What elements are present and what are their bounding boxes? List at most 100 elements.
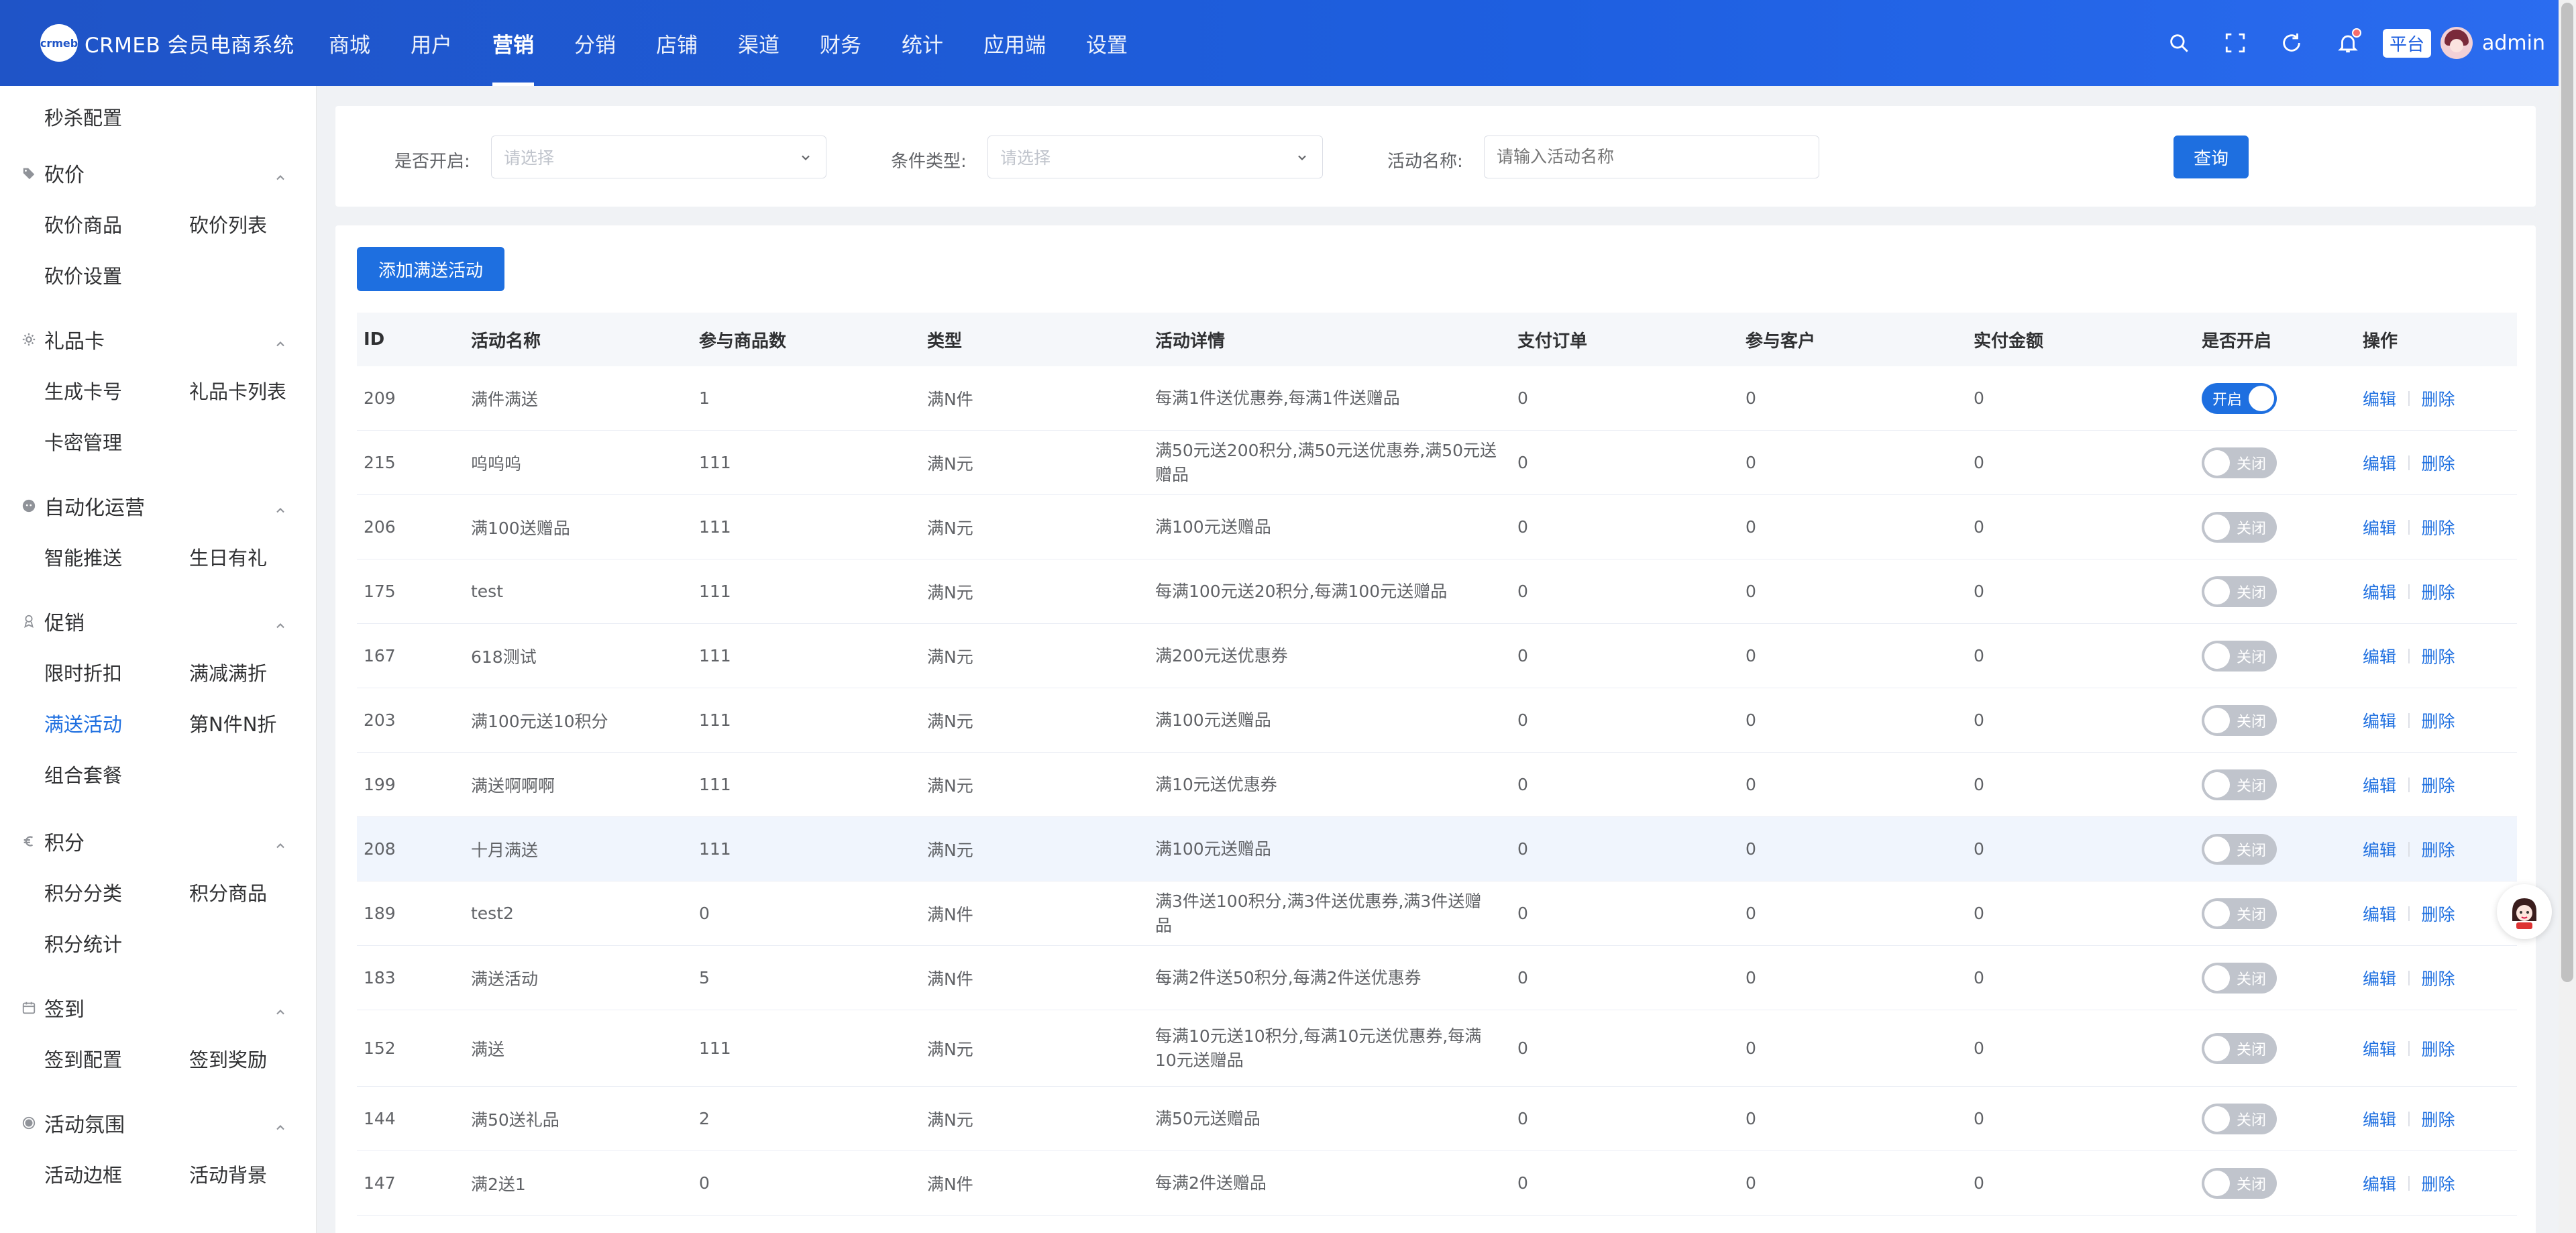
delete-link[interactable]: 删除	[2422, 837, 2455, 861]
topnav-item-1[interactable]: 用户	[398, 0, 464, 86]
brand[interactable]: crmeb CRMEB 会员电商系统	[0, 24, 317, 62]
enabled-toggle[interactable]: 关闭	[2202, 1103, 2277, 1134]
delete-link[interactable]: 删除	[2422, 773, 2455, 797]
scrollbar-thumb[interactable]	[2561, 3, 2573, 982]
topnav-item-0[interactable]: 商城	[317, 0, 382, 86]
sidebar-item-3-1[interactable]: 满减满折	[189, 652, 267, 692]
topnav-item-7[interactable]: 统计	[890, 0, 955, 86]
topnav-item-9[interactable]: 设置	[1074, 0, 1140, 86]
topnav-item-5[interactable]: 渠道	[726, 0, 792, 86]
sidebar-item-seckill-config[interactable]: 秒杀配置	[44, 97, 122, 137]
sidebar-item-4-0[interactable]: 积分分类	[44, 872, 122, 912]
edit-link[interactable]: 编辑	[2363, 773, 2396, 797]
platform-badge[interactable]: 平台	[2382, 28, 2431, 58]
topnav-item-8[interactable]: 应用端	[971, 0, 1058, 86]
sidebar-item-0-0[interactable]: 砍价商品	[44, 204, 122, 244]
delete-link[interactable]: 删除	[2422, 1107, 2455, 1131]
sidebar-item-5-0[interactable]: 签到配置	[44, 1038, 122, 1079]
activity-name-input[interactable]	[1484, 136, 1819, 178]
delete-link[interactable]: 删除	[2422, 451, 2455, 475]
cell-amount: 0	[1974, 517, 1984, 537]
condition-select[interactable]: 请选择	[987, 136, 1323, 178]
sidebar-item-0-2[interactable]: 砍价设置	[44, 255, 122, 295]
sidebar-item-4-1[interactable]: 积分商品	[189, 872, 267, 912]
edit-link[interactable]: 编辑	[2363, 902, 2396, 926]
fullscreen-icon[interactable]	[2207, 23, 2263, 63]
edit-link[interactable]: 编辑	[2363, 644, 2396, 668]
sidebar-group-3[interactable]: 促销	[0, 601, 316, 641]
sidebar-item-3-2[interactable]: 满送活动	[44, 703, 122, 743]
topnav-item-3[interactable]: 分销	[562, 0, 628, 86]
topnav-item-4[interactable]: 店铺	[644, 0, 710, 86]
sidebar-item-6-1[interactable]: 活动背景	[189, 1154, 267, 1194]
edit-link[interactable]: 编辑	[2363, 451, 2396, 475]
username[interactable]: admin	[2482, 32, 2545, 55]
edit-link[interactable]: 编辑	[2363, 515, 2396, 539]
sidebar-group-6[interactable]: 活动氛围	[0, 1103, 316, 1143]
edit-link[interactable]: 编辑	[2363, 966, 2396, 990]
sidebar-item-1-1[interactable]: 礼品卡列表	[189, 370, 286, 411]
sidebar-item-4-2[interactable]: 积分统计	[44, 923, 122, 963]
delete-link[interactable]: 删除	[2422, 644, 2455, 668]
sidebar-group-5[interactable]: 签到	[0, 987, 316, 1028]
table-row: 147 满2送1 0 满N件 每满2件送赠品 0 0 0 关闭 编辑 删除	[357, 1151, 2517, 1216]
sidebar-item-5-1[interactable]: 签到奖励	[189, 1038, 267, 1079]
sidebar-item-0-1[interactable]: 砍价列表	[189, 204, 267, 244]
cell-customers: 0	[1746, 1173, 1756, 1193]
topnav-item-2[interactable]: 营销	[480, 0, 546, 86]
edit-link[interactable]: 编辑	[2363, 1107, 2396, 1131]
edit-link[interactable]: 编辑	[2363, 837, 2396, 861]
delete-link[interactable]: 删除	[2422, 966, 2455, 990]
enabled-toggle[interactable]: 关闭	[2202, 704, 2277, 736]
delete-link[interactable]: 删除	[2422, 1171, 2455, 1195]
delete-link[interactable]: 删除	[2422, 515, 2455, 539]
sidebar-item-6-0[interactable]: 活动边框	[44, 1154, 122, 1194]
sidebar-item-2-0[interactable]: 智能推送	[44, 537, 122, 577]
enabled-toggle[interactable]: 关闭	[2202, 447, 2277, 478]
sidebar-group-2[interactable]: 自动化运营	[0, 486, 316, 526]
delete-link[interactable]: 删除	[2422, 386, 2455, 411]
enabled-select[interactable]: 请选择	[491, 136, 826, 178]
sidebar-item-2-1[interactable]: 生日有礼	[189, 537, 267, 577]
enabled-toggle[interactable]: 关闭	[2202, 1167, 2277, 1199]
enabled-toggle[interactable]: 关闭	[2202, 511, 2277, 543]
sidebar-group-1[interactable]: 礼品卡	[0, 319, 316, 360]
cell-name: 满2送1	[471, 1174, 526, 1194]
enabled-toggle[interactable]: 关闭	[2202, 833, 2277, 865]
cell-orders: 0	[1517, 839, 1528, 859]
edit-link[interactable]: 编辑	[2363, 386, 2396, 411]
enabled-toggle[interactable]: 关闭	[2202, 576, 2277, 607]
delete-link[interactable]: 删除	[2422, 708, 2455, 733]
delete-link[interactable]: 删除	[2422, 1036, 2455, 1061]
edit-link[interactable]: 编辑	[2363, 1171, 2396, 1195]
sidebar-item-1-0[interactable]: 生成卡号	[44, 370, 122, 411]
customer-service-icon[interactable]	[2497, 884, 2552, 939]
add-activity-button[interactable]: 添加满送活动	[357, 247, 505, 291]
sidebar-item-3-3[interactable]: 第N件N折	[189, 703, 276, 743]
search-icon[interactable]	[2151, 23, 2207, 63]
query-button[interactable]: 查询	[2174, 136, 2249, 178]
avatar[interactable]	[2440, 27, 2473, 59]
topnav-item-6[interactable]: 财务	[808, 0, 873, 86]
cell-detail-wrapper: 每满1件送优惠券,每满1件送赠品	[1155, 366, 1497, 430]
edit-link[interactable]: 编辑	[2363, 580, 2396, 604]
delete-link[interactable]: 删除	[2422, 580, 2455, 604]
sidebar-item-3-4[interactable]: 组合套餐	[44, 754, 122, 794]
app-title: CRMEB 会员电商系统	[85, 33, 294, 58]
enabled-toggle[interactable]: 关闭	[2202, 898, 2277, 929]
delete-link[interactable]: 删除	[2422, 902, 2455, 926]
sidebar-item-1-2[interactable]: 卡密管理	[44, 421, 122, 462]
page-scrollbar[interactable]	[2559, 0, 2576, 1233]
enabled-toggle[interactable]: 关闭	[2202, 1032, 2277, 1064]
enabled-toggle[interactable]: 开启	[2202, 382, 2277, 414]
edit-link[interactable]: 编辑	[2363, 708, 2396, 733]
edit-link[interactable]: 编辑	[2363, 1036, 2396, 1061]
sidebar-item-3-0[interactable]: 限时折扣	[44, 652, 122, 692]
enabled-toggle[interactable]: 关闭	[2202, 640, 2277, 672]
sidebar-group-4[interactable]: 积分	[0, 821, 316, 861]
enabled-toggle[interactable]: 关闭	[2202, 769, 2277, 800]
sidebar-group-0[interactable]: 砍价	[0, 153, 316, 193]
refresh-icon[interactable]	[2263, 23, 2320, 63]
bell-icon[interactable]	[2320, 23, 2376, 63]
enabled-toggle[interactable]: 关闭	[2202, 962, 2277, 994]
